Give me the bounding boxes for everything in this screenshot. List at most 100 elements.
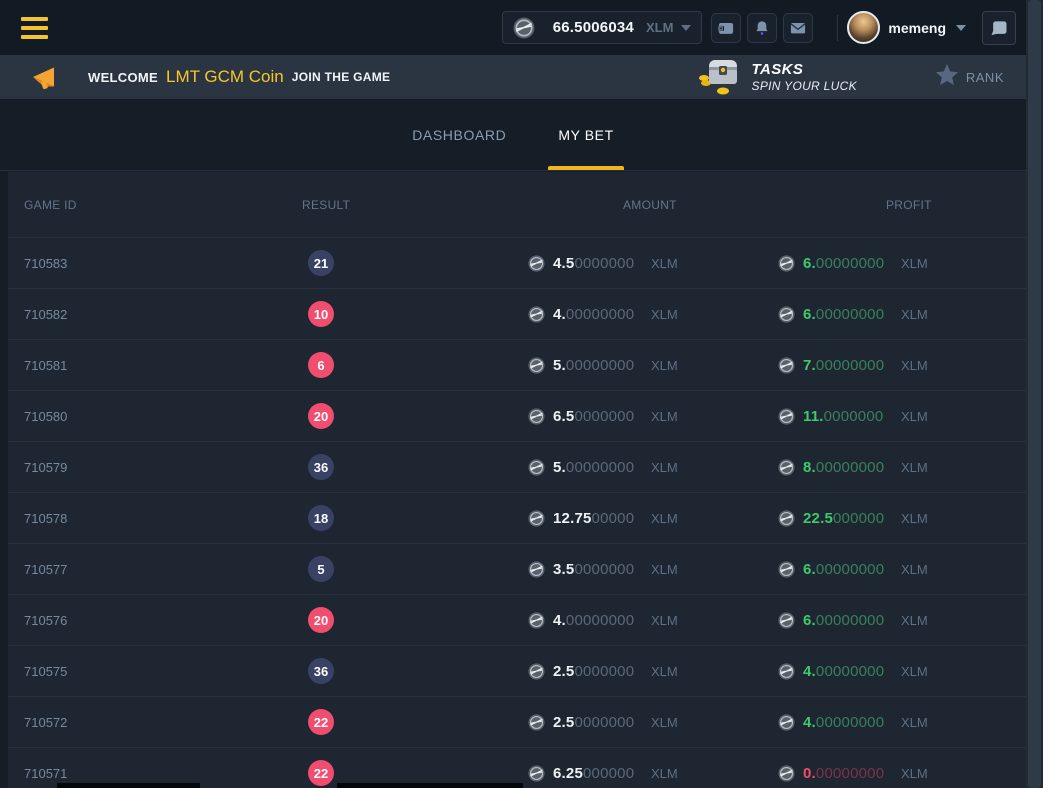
username: memeng <box>888 20 946 36</box>
welcome-text: WELCOME <box>88 70 158 85</box>
profit-cell: 6.00000000 XLM <box>778 561 1026 578</box>
profit-cell: 8.00000000 XLM <box>778 459 1026 476</box>
table-row: 710580 20 6.50000000 XLM <box>8 390 1026 441</box>
table-row: 710577 5 3.50000000 XLM <box>8 543 1026 594</box>
result-cell: 21 <box>298 250 528 276</box>
result-badge: 22 <box>308 709 334 735</box>
result-cell: 36 <box>298 658 528 684</box>
amount-currency: XLM <box>651 562 678 577</box>
balance-selector[interactable]: 66.5006034 XLM <box>502 11 703 44</box>
xlm-coin-icon <box>528 408 545 425</box>
tab-my-bet[interactable]: MY BET <box>548 99 623 170</box>
amount-currency: XLM <box>651 511 678 526</box>
result-badge: 36 <box>308 454 334 480</box>
xlm-coin-icon <box>778 663 795 680</box>
mail-button[interactable] <box>783 13 813 43</box>
table-row: 710582 10 4.00000000 XLM <box>8 288 1026 339</box>
profit-currency: XLM <box>901 613 928 628</box>
profit-cell: 0.00000000 XLM <box>778 765 1026 782</box>
amount-cell: 5.00000000 XLM <box>528 357 778 374</box>
announcement-banner: WELCOME LMT GCM Coin JOIN THE GAME TASKS <box>0 55 1026 99</box>
tabbar: DASHBOARD MY BET <box>0 99 1026 171</box>
result-cell: 20 <box>298 607 528 633</box>
profit-cell: 22.5000000 XLM <box>778 510 1026 527</box>
xlm-coin-icon <box>528 612 545 629</box>
profit-currency: XLM <box>901 460 928 475</box>
result-badge: 18 <box>308 505 334 531</box>
scrollbar-thumb[interactable] <box>1028 0 1041 788</box>
amount-currency: XLM <box>651 358 678 373</box>
treasure-chest-icon <box>696 54 744 101</box>
tasks-link[interactable]: TASKS SPIN YOUR LUCK <box>696 54 857 101</box>
chevron-down-icon <box>681 25 691 31</box>
result-badge: 6 <box>308 352 334 378</box>
xlm-coin-icon <box>528 714 545 731</box>
balance-currency: XLM <box>646 20 673 35</box>
avatar[interactable] <box>847 11 880 44</box>
game-id: 710583 <box>8 256 298 271</box>
notifications-button[interactable] <box>747 13 777 43</box>
xlm-coin-icon <box>778 714 795 731</box>
xlm-coin-icon <box>528 765 545 782</box>
xlm-coin-icon <box>778 510 795 527</box>
amount-currency: XLM <box>651 256 678 271</box>
amount-cell: 5.00000000 XLM <box>528 459 778 476</box>
wallet-icon <box>716 18 736 38</box>
tab-dashboard[interactable]: DASHBOARD <box>402 99 516 170</box>
game-id: 710571 <box>8 766 298 781</box>
game-id: 710578 <box>8 511 298 526</box>
chevron-down-icon <box>956 25 966 31</box>
result-badge: 36 <box>308 658 334 684</box>
xlm-coin-icon <box>778 765 795 782</box>
result-cell: 22 <box>298 709 528 735</box>
profit-cell: 7.00000000 XLM <box>778 357 1026 374</box>
amount-cell: 2.50000000 XLM <box>528 714 778 731</box>
amount-cell: 4.00000000 XLM <box>528 306 778 323</box>
result-cell: 10 <box>298 301 528 327</box>
game-id: 710577 <box>8 562 298 577</box>
result-badge: 10 <box>308 301 334 327</box>
table-body: 710583 21 4.50000000 XLM <box>8 237 1026 788</box>
hamburger-menu-icon[interactable] <box>21 12 48 44</box>
profit-currency: XLM <box>901 664 928 679</box>
topbar-divider <box>837 15 838 41</box>
table-row: 710579 36 5.00000000 XLM <box>8 441 1026 492</box>
result-badge: 20 <box>308 607 334 633</box>
bottom-cutoff <box>337 783 523 788</box>
amount-cell: 12.7500000 XLM <box>528 510 778 527</box>
amount-cell: 6.25000000 XLM <box>528 765 778 782</box>
xlm-coin-icon <box>778 612 795 629</box>
profit-cell: 6.00000000 XLM <box>778 306 1026 323</box>
xlm-coin-icon <box>778 408 795 425</box>
amount-cell: 3.50000000 XLM <box>528 561 778 578</box>
table-row: 710575 36 2.50000000 XLM <box>8 645 1026 696</box>
bell-icon <box>752 18 772 38</box>
table-row: 710583 21 4.50000000 XLM <box>8 237 1026 288</box>
table-row: 710576 20 4.00000000 XLM <box>8 594 1026 645</box>
xlm-coin-icon <box>528 255 545 272</box>
header-amount: AMOUNT <box>528 198 778 212</box>
scrollbar-track[interactable] <box>1026 0 1043 788</box>
game-id: 710580 <box>8 409 298 424</box>
rank-link[interactable]: RANK <box>935 63 1004 91</box>
xlm-coin-icon <box>778 357 795 374</box>
game-id: 710579 <box>8 460 298 475</box>
profit-currency: XLM <box>901 562 928 577</box>
result-badge: 22 <box>308 760 334 786</box>
balance-amount: 66.5006034 <box>553 19 634 36</box>
profit-currency: XLM <box>901 409 928 424</box>
profit-currency: XLM <box>901 307 928 322</box>
xlm-coin-icon <box>528 510 545 527</box>
chat-button[interactable] <box>982 11 1016 45</box>
rank-label: RANK <box>966 70 1004 85</box>
result-badge: 21 <box>308 250 334 276</box>
amount-currency: XLM <box>651 613 678 628</box>
game-id: 710582 <box>8 307 298 322</box>
amount-currency: XLM <box>651 409 678 424</box>
user-menu[interactable]: memeng <box>847 11 966 44</box>
amount-currency: XLM <box>651 307 678 322</box>
profit-cell: 4.00000000 XLM <box>778 714 1026 731</box>
profit-cell: 6.00000000 XLM <box>778 255 1026 272</box>
profit-currency: XLM <box>901 766 928 781</box>
wallet-button[interactable] <box>711 13 741 43</box>
